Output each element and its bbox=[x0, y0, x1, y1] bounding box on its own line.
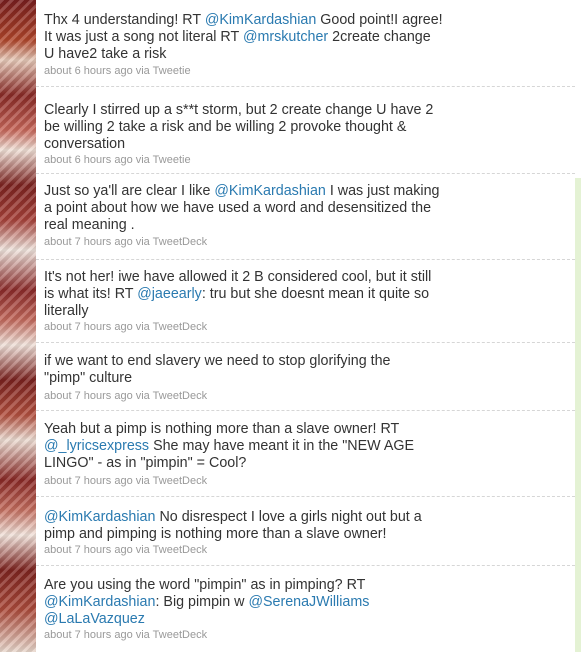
tweet-line: LINGO" - as in "pimpin" = Cool? bbox=[44, 455, 484, 472]
mention-link[interactable]: @SerenaJWilliams bbox=[248, 594, 369, 610]
tweet-meta[interactable]: about 7 hours ago via TweetDeck bbox=[44, 389, 207, 403]
mention-link[interactable]: @jaeearly bbox=[137, 286, 202, 302]
tweet-text: It's not her! iwe have allowed it 2 B co… bbox=[44, 269, 484, 320]
tweet-text-fragment: if we want to end slavery we need to sto… bbox=[44, 353, 391, 369]
tweet-line: real meaning . bbox=[44, 217, 484, 234]
tweet-meta[interactable]: about 7 hours ago via TweetDeck bbox=[44, 543, 207, 557]
tweet-item: if we want to end slavery we need to sto… bbox=[36, 343, 575, 411]
tweet-line: Thx 4 understanding! RT @KimKardashian G… bbox=[44, 12, 484, 29]
tweet-text-fragment: Good point!I agree! bbox=[316, 12, 443, 28]
sidebar-edge bbox=[574, 178, 581, 652]
tweet-text-fragment: be willing 2 take a risk and be willing … bbox=[44, 119, 407, 135]
mention-link[interactable]: @KimKardashian bbox=[44, 594, 155, 610]
tweet-line: Just so ya'll are clear I like @KimKarda… bbox=[44, 183, 484, 200]
tweet-line: Are you using the word "pimpin" as in pi… bbox=[44, 577, 484, 594]
tweet-text: Are you using the word "pimpin" as in pi… bbox=[44, 577, 484, 628]
tweet-text-fragment: 2create change bbox=[328, 29, 431, 45]
tweet-text-fragment: : Big pimpin w bbox=[155, 594, 249, 610]
tweet-text-fragment: Are you using the word "pimpin" as in pi… bbox=[44, 577, 366, 593]
tweet-text-fragment: is what its! RT bbox=[44, 286, 138, 302]
tweet-text-fragment: U have2 take a risk bbox=[44, 46, 167, 62]
tweet-line: "pimp" culture bbox=[44, 370, 484, 387]
tweet-line: is what its! RT @jaeearly: tru but she d… bbox=[44, 286, 484, 303]
tweet-text-fragment: I was just making bbox=[325, 183, 440, 199]
tweet-line: Yeah but a pimp is nothing more than a s… bbox=[44, 421, 484, 438]
tweet-meta[interactable]: about 6 hours ago via Tweetie bbox=[44, 64, 191, 78]
tweet-text-fragment: pimp and pimping is nothing more than a … bbox=[44, 526, 387, 542]
tweet-text-fragment: real meaning . bbox=[44, 217, 135, 233]
tweet-line: @_lyricsexpress She may have meant it in… bbox=[44, 438, 484, 455]
tweet-line: a point about how we have used a word an… bbox=[44, 200, 484, 217]
tweet-meta[interactable]: about 6 hours ago via Tweetie bbox=[44, 153, 191, 167]
mention-link[interactable]: @LaLaVazquez bbox=[44, 611, 145, 627]
tweet-text-fragment: It's not her! iwe have allowed it 2 B co… bbox=[44, 269, 432, 285]
tweet-text-fragment: Clearly I stirred up a s**t storm, but 2… bbox=[44, 102, 434, 118]
mention-link[interactable]: @_lyricsexpress bbox=[44, 438, 149, 454]
tweet-item: Thx 4 understanding! RT @KimKardashian G… bbox=[36, 0, 575, 87]
tweet-line: literally bbox=[44, 303, 484, 320]
tweet-text-fragment: No disrespect I love a girls night out b… bbox=[155, 509, 422, 525]
tweet-text-fragment: conversation bbox=[44, 136, 126, 152]
mention-link[interactable]: @mrskutcher bbox=[243, 29, 328, 45]
tweet-item: Just so ya'll are clear I like @KimKarda… bbox=[36, 174, 575, 260]
tweet-timeline: Thx 4 understanding! RT @KimKardashian G… bbox=[36, 0, 575, 652]
mention-link[interactable]: @KimKardashian bbox=[214, 183, 325, 199]
tweet-item: Clearly I stirred up a s**t storm, but 2… bbox=[36, 87, 575, 174]
tweet-text: if we want to end slavery we need to sto… bbox=[44, 353, 484, 387]
tweet-text-fragment: Yeah but a pimp is nothing more than a s… bbox=[44, 421, 400, 437]
profile-background-image bbox=[0, 0, 36, 652]
tweet-line: conversation bbox=[44, 136, 484, 153]
tweet-text-fragment: It was just a song not literal RT bbox=[44, 29, 243, 45]
tweet-line: @KimKardashian No disrespect I love a gi… bbox=[44, 509, 484, 526]
tweet-text-fragment: She may have meant it in the "NEW AGE bbox=[149, 438, 415, 454]
tweet-meta[interactable]: about 7 hours ago via TweetDeck bbox=[44, 235, 207, 249]
tweet-text-fragment: LINGO" - as in "pimpin" = Cool? bbox=[44, 455, 247, 471]
tweet-meta[interactable]: about 7 hours ago via TweetDeck bbox=[44, 320, 207, 334]
mention-link[interactable]: @KimKardashian bbox=[205, 12, 316, 28]
tweet-line: be willing 2 take a risk and be willing … bbox=[44, 119, 484, 136]
tweet-line: if we want to end slavery we need to sto… bbox=[44, 353, 484, 370]
tweet-text: Just so ya'll are clear I like @KimKarda… bbox=[44, 183, 484, 234]
tweet-text: Yeah but a pimp is nothing more than a s… bbox=[44, 421, 484, 472]
tweet-text: Clearly I stirred up a s**t storm, but 2… bbox=[44, 102, 484, 153]
tweet-item: It's not her! iwe have allowed it 2 B co… bbox=[36, 260, 575, 343]
tweet-text: @KimKardashian No disrespect I love a gi… bbox=[44, 509, 484, 543]
tweet-line: @KimKardashian: Big pimpin w @SerenaJWil… bbox=[44, 594, 484, 611]
tweet-item: Are you using the word "pimpin" as in pi… bbox=[36, 566, 575, 652]
tweet-text-fragment: Just so ya'll are clear I like bbox=[44, 183, 215, 199]
tweet-item: @KimKardashian No disrespect I love a gi… bbox=[36, 497, 575, 566]
tweet-line: It was just a song not literal RT @mrsku… bbox=[44, 29, 484, 46]
tweet-line: U have2 take a risk bbox=[44, 46, 484, 63]
tweet-meta[interactable]: about 7 hours ago via TweetDeck bbox=[44, 628, 207, 642]
tweet-text-fragment: literally bbox=[44, 303, 89, 319]
tweet-line: Clearly I stirred up a s**t storm, but 2… bbox=[44, 102, 484, 119]
tweet-meta[interactable]: about 7 hours ago via TweetDeck bbox=[44, 474, 207, 488]
mention-link[interactable]: @KimKardashian bbox=[44, 509, 155, 525]
tweet-line: @LaLaVazquez bbox=[44, 611, 484, 628]
tweet-text: Thx 4 understanding! RT @KimKardashian G… bbox=[44, 12, 484, 63]
tweet-text-fragment: : tru but she doesnt mean it quite so bbox=[201, 286, 430, 302]
tweet-text-fragment: "pimp" culture bbox=[44, 370, 133, 386]
tweet-text-fragment: Thx 4 understanding! RT bbox=[44, 12, 205, 28]
tweet-line: It's not her! iwe have allowed it 2 B co… bbox=[44, 269, 484, 286]
tweet-text-fragment: a point about how we have used a word an… bbox=[44, 200, 432, 216]
tweet-line: pimp and pimping is nothing more than a … bbox=[44, 526, 484, 543]
tweet-item: Yeah but a pimp is nothing more than a s… bbox=[36, 411, 575, 497]
